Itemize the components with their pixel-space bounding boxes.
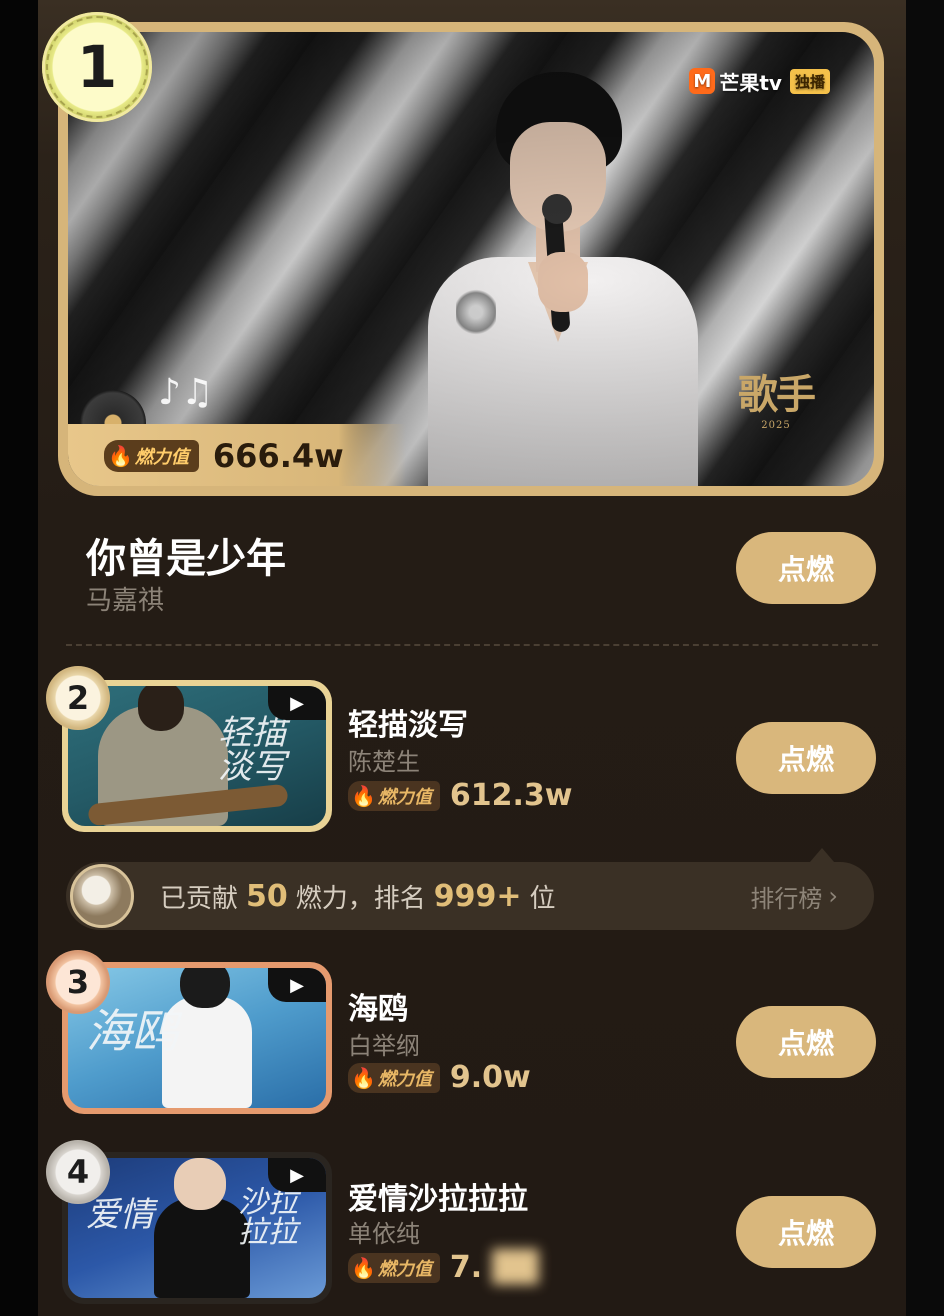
featured-video-card[interactable]: M 芒果tv 独播 歌手 2025 ♪♫ 🔥 燃力值 666.4w [58,22,884,496]
ignite-button-3[interactable]: 点燃 [736,1006,876,1078]
song-title-4: 爱情沙拉拉拉 [348,1182,528,1217]
heat-row-2: 🔥 燃力值 612.3w [348,778,573,813]
contribution-amount: 50 [246,878,288,914]
flame-icon: 🔥 [108,444,133,468]
featured-thumbnail[interactable]: M 芒果tv 独播 歌手 2025 ♪♫ 🔥 燃力值 666.4w [68,32,874,486]
play-icon[interactable]: ▶ [268,1158,326,1192]
play-icon[interactable]: ▶ [268,686,326,720]
song-artist-2: 陈楚生 [348,748,420,776]
mgtv-logo: M 芒果tv 独播 [689,66,830,96]
song-artist-4: 单依纯 [348,1220,420,1248]
chevron-right-icon: › [828,882,838,910]
contribution-bar[interactable]: 已贡献 50 燃力，排名 999+ 位 排行榜 › [66,848,874,930]
ignite-button-4[interactable]: 点燃 [736,1196,876,1268]
heat-badge: 🔥 燃力值 [104,440,199,472]
contribution-rank: 999+ [433,878,522,914]
rank-medal-1: 1 [42,12,152,122]
contribution-text: 已贡献 50 燃力，排名 999+ 位 [160,878,556,914]
leaderboard-link[interactable]: 排行榜 › [750,862,838,930]
ranking-screen: M 芒果tv 独播 歌手 2025 ♪♫ 🔥 燃力值 666.4w 1 你曾是少… [38,0,906,1316]
song-title-3: 海鸥 [348,992,408,1027]
divider [66,644,878,646]
song-artist-3: 白举纲 [348,1032,420,1060]
heat-row-3: 🔥 燃力值 9.0w [348,1060,531,1095]
right-edge [906,0,944,1316]
featured-heat-value: 666.4w [212,437,344,475]
featured-song-title: 你曾是少年 [86,536,286,582]
rank-medal-3: 3 [46,950,110,1014]
play-icon[interactable]: ▶ [268,968,326,1002]
flame-icon: 🔥 [351,1255,376,1280]
featured-song-artist: 马嘉祺 [86,586,165,616]
ignite-button-2[interactable]: 点燃 [736,722,876,794]
obscured-value: ██ [492,1250,539,1285]
flame-icon: 🔥 [351,783,376,808]
mgtv-icon: M [689,68,716,94]
rank-medal-4: 4 [46,1140,110,1204]
flame-icon: 🔥 [351,1065,376,1090]
ignite-button-1[interactable]: 点燃 [736,532,876,604]
left-edge [0,0,38,1316]
rank-medal-2: 2 [46,666,110,730]
avatar [70,864,134,928]
heat-row-4: 🔥 燃力值 7. ██ [348,1250,538,1285]
featured-heat-bar: 🔥 燃力值 666.4w [68,424,406,486]
show-logo: 歌手 2025 [738,371,816,431]
music-note-icon: ♪♫ [158,372,214,413]
song-title-2: 轻描淡写 [348,708,468,743]
